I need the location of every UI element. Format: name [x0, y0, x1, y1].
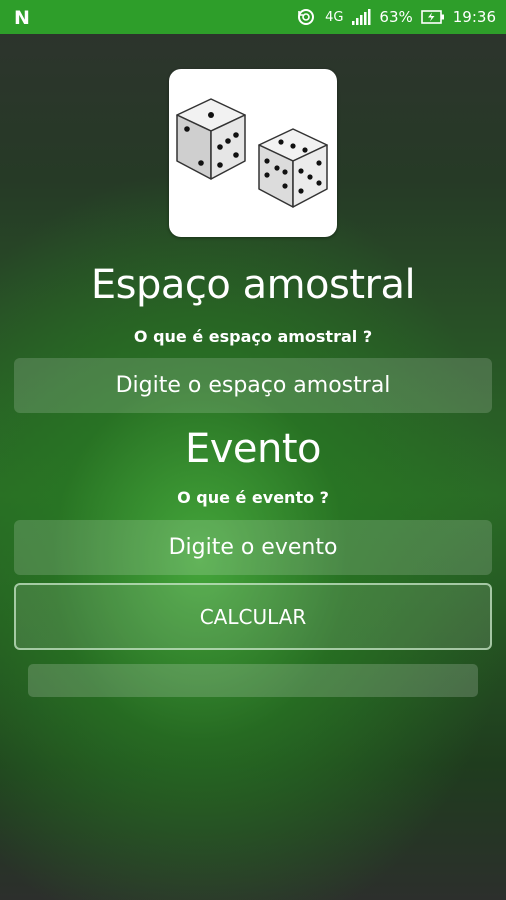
status-bar-right: 4G 63% 19:36	[295, 0, 496, 34]
signal-icon	[351, 8, 371, 26]
event-input[interactable]: Digite o evento	[14, 520, 492, 575]
event-question[interactable]: O que é evento ?	[0, 488, 506, 507]
sync-icon	[295, 6, 317, 28]
battery-charging-icon	[420, 9, 445, 25]
calculate-button[interactable]: CALCULAR	[14, 583, 492, 650]
sample-space-title: Espaço amostral	[90, 262, 416, 308]
clock: 19:36	[452, 8, 496, 26]
event-title: Evento	[184, 426, 322, 472]
notification-app-icon: N	[14, 7, 30, 29]
die-left	[176, 98, 246, 180]
network-4g-icon: 4G	[325, 9, 344, 25]
sample-space-input[interactable]: Digite o espaço amostral	[14, 358, 492, 413]
result-field	[28, 664, 478, 697]
sample-space-question[interactable]: O que é espaço amostral ?	[0, 327, 506, 346]
dice-icon	[169, 69, 337, 237]
status-bar: N 4G 63% 19:36	[0, 0, 506, 34]
battery-percent: 63%	[379, 8, 413, 26]
